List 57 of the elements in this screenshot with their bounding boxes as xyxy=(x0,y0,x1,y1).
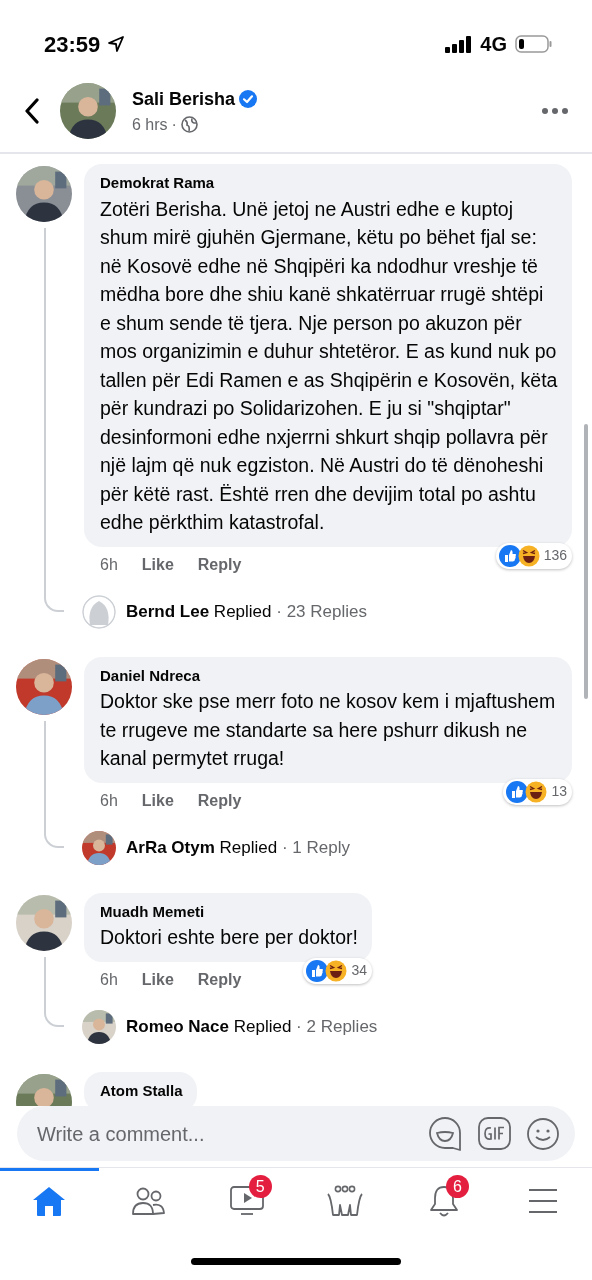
comment-text: Doktor ske pse merr foto ne kosov kem i mjaftushem te rrugeve me standarte sa here pshurr dikush ne kanal permytet rruga! xyxy=(100,689,557,771)
laughing-reaction-icon xyxy=(325,959,348,982)
comment-text: Doktori eshte bere per doktor! xyxy=(100,925,358,950)
notifications-tab[interactable]: 6 xyxy=(394,1168,494,1230)
commenter-name[interactable]: Demokrat Rama xyxy=(100,172,558,195)
home-icon xyxy=(32,1184,67,1217)
comment-time: 6h xyxy=(100,790,118,811)
like-reaction-icon xyxy=(498,544,521,567)
gif-icon[interactable] xyxy=(478,1117,511,1150)
reaction-count: 136 xyxy=(543,546,567,565)
laughing-reaction-icon xyxy=(517,544,540,567)
reaction-summary[interactable]: 13 xyxy=(503,778,572,805)
sticker-icon[interactable] xyxy=(429,1116,462,1151)
clock-time: 23:59 xyxy=(44,30,101,59)
groups-icon xyxy=(326,1184,365,1217)
emoji-icon[interactable] xyxy=(527,1117,559,1150)
laughing-reaction-icon xyxy=(525,780,548,803)
reply-link[interactable]: Reply xyxy=(197,788,242,813)
post-time: 6 hrs xyxy=(132,114,168,135)
comment-time: 6h xyxy=(100,969,118,990)
reply-link[interactable]: Reply xyxy=(197,552,242,577)
signal-icon xyxy=(445,35,473,53)
like-link[interactable]: Like xyxy=(141,552,174,577)
notification-count: 5 xyxy=(248,1175,272,1198)
commenter-name[interactable]: Muadh Memeti xyxy=(100,900,358,923)
replies-summary[interactable]: ArRa Otym Replied · 1 Reply xyxy=(126,834,350,861)
default-avatar-icon xyxy=(82,594,116,629)
reaction-count: 13 xyxy=(551,782,567,801)
notification-count: 6 xyxy=(446,1175,469,1198)
location-arrow-icon xyxy=(108,36,125,52)
replies-summary[interactable]: Bernd Lee Replied · 23 Replies xyxy=(126,598,367,625)
friends-icon xyxy=(131,1185,165,1216)
comment-composer[interactable]: Write a comment... xyxy=(17,1106,575,1161)
comment-time: 6h xyxy=(100,554,118,575)
back-icon xyxy=(24,98,40,124)
globe-icon xyxy=(180,116,198,133)
comment-field[interactable]: Write a comment... xyxy=(35,1117,413,1150)
like-reaction-icon xyxy=(306,959,329,982)
comment-text: Zotëri Berisha. Unë jetoj ne Austri edhe e kuptoj shum mirë gjuhën Gjermane, këtu po bëhet fjal se: në Kosovë edhe në Shqipëri ka ndodhur vreshje të mëdha bore dhe shiu kanë shkatërruar rrugë shtëpi e shum sende të tjera. Nje person po akuzon për mos organizimin e duhur shtetëror. E as kund nuk po tallen për Edi Ramen e as Shqipërin e Kosovën, këta për kundrazi po Solidarizohen. E ju si "shqiptar" desinformoni edhe nxjerrni shkurt shqip pollavra për një lajm që nuk egziston. Në Austri do të dënoheshi për këtë rast. Është rren dhe devijim total po ashtu edhe përkthim katastrofal. xyxy=(100,196,558,535)
commenter-name[interactable]: Daniel Ndreca xyxy=(100,664,558,687)
network-label: 4G xyxy=(480,32,507,57)
reaction-summary[interactable]: 136 xyxy=(495,542,572,569)
replies-summary[interactable]: Romeo Nace Replied · 2 Replies xyxy=(126,1013,378,1040)
battery-icon xyxy=(515,35,552,53)
reaction-summary[interactable]: 34 xyxy=(303,957,372,984)
like-link[interactable]: Like xyxy=(141,967,174,992)
reply-link[interactable]: Reply xyxy=(197,967,242,992)
like-reaction-icon xyxy=(506,780,529,803)
page-name[interactable]: Sali Berisha xyxy=(132,85,236,113)
separator-dot: · xyxy=(171,114,177,135)
reaction-count: 34 xyxy=(351,961,367,980)
commenter-name[interactable]: Atom Stalla xyxy=(100,1079,183,1102)
like-link[interactable]: Like xyxy=(141,788,174,813)
more-icon xyxy=(542,108,568,114)
watch-tab[interactable]: 5 xyxy=(197,1168,296,1230)
thread-line xyxy=(44,956,64,1027)
menu-icon xyxy=(527,1187,558,1214)
